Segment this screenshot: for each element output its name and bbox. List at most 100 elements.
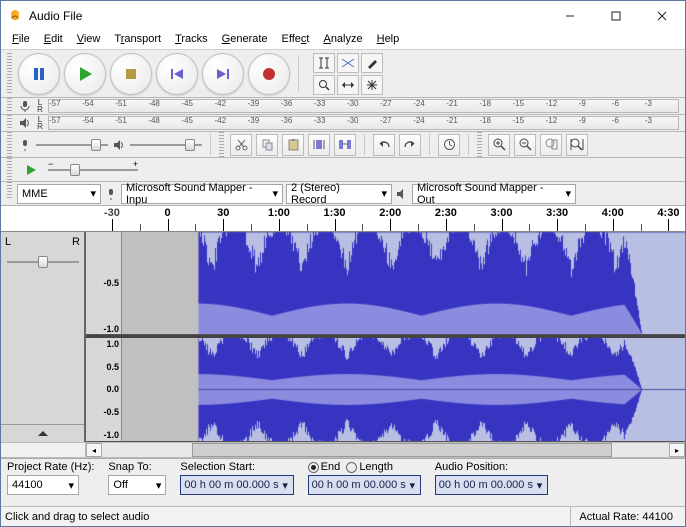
chevron-down-icon: ▾ [535,479,544,492]
undo-button[interactable] [373,134,395,156]
channel-left: -0.5 -1.0 [86,232,685,335]
recording-volume-slider[interactable] [36,137,108,153]
mic-icon [104,187,118,201]
snap-to-label: Snap To: [108,461,166,473]
track-control-panel[interactable]: LR [1,232,86,442]
audio-host-combo[interactable]: MME▾ [17,184,101,204]
skip-end-button[interactable] [202,53,244,95]
status-rate: Actual Rate: 44100 [570,507,681,526]
playback-volume-slider[interactable] [130,137,202,153]
grip[interactable] [7,132,12,157]
window-title: Audio File [29,9,547,23]
recording-meter[interactable]: LR -57-54-51-48-45-42-39-36-33-30-27-24-… [1,98,685,115]
track-area: LR -0.5 -1.0 1.0 0.5 0.0 -0.5 -1.0 [1,232,685,442]
stop-button[interactable] [110,53,152,95]
menu-tracks[interactable]: Tracks [168,31,215,49]
grip[interactable] [7,158,12,181]
collapse-button[interactable] [1,424,84,442]
selection-start-label: Selection Start: [180,461,293,473]
selection-end-field[interactable]: 00 h 00 m 00.000 s▾ [308,475,421,495]
menu-generate[interactable]: Generate [215,31,275,49]
chevron-down-icon: ▾ [68,479,74,492]
mic-icon [18,138,32,152]
playback-meter[interactable]: LR -57-54-51-48-45-42-39-36-33-30-27-24-… [1,115,685,132]
length-radio[interactable] [346,462,357,473]
play-button[interactable] [64,53,106,95]
status-hint: Click and drag to select audio [5,511,570,523]
grip[interactable] [477,132,482,157]
grip[interactable] [7,115,12,129]
timeline-ruler[interactable]: -300301:001:302:002:303:003:304:004:30 [1,206,685,232]
multi-tool[interactable] [361,75,383,95]
recording-meter-scale[interactable]: -57-54-51-48-45-42-39-36-33-30-27-24-21-… [48,99,679,113]
envelope-tool[interactable] [337,53,359,73]
cut-button[interactable] [230,134,252,156]
scroll-thumb[interactable] [192,443,612,457]
chevron-down-icon: ▾ [408,479,417,492]
selection-start-field[interactable]: 00 h 00 m 00.000 s▾ [180,475,293,495]
grip[interactable] [7,98,12,112]
grip[interactable] [7,182,12,200]
play-at-speed-button[interactable] [20,160,42,180]
grip[interactable] [7,53,12,94]
device-toolbar: MME▾ Microsoft Sound Mapper - Inpu▾ 2 (S… [1,182,685,206]
zoom-in-button[interactable] [488,134,510,156]
channel-right: 1.0 0.5 0.0 -0.5 -1.0 [86,335,685,442]
maximize-button[interactable] [593,1,639,31]
app-window: Audio File File Edit View Transport Trac… [0,0,686,527]
menu-effect[interactable]: Effect [275,31,317,49]
close-button[interactable] [639,1,685,31]
scroll-right-button[interactable]: ▸ [669,443,685,457]
playback-speed-slider[interactable]: −+ [48,162,138,178]
app-icon [7,8,23,24]
timeshift-tool[interactable] [337,75,359,95]
selection-toolbar: Project Rate (Hz): 44100▾ Snap To: Off▾ … [1,458,685,506]
menu-help[interactable]: Help [370,31,407,49]
record-button[interactable] [248,53,290,95]
copy-button[interactable] [256,134,278,156]
chevron-down-icon: ▾ [381,187,387,200]
recording-device-combo[interactable]: Microsoft Sound Mapper - Inpu▾ [121,184,283,204]
trim-button[interactable] [308,134,330,156]
skip-start-button[interactable] [156,53,198,95]
speaker-icon [18,116,32,130]
sync-lock-button[interactable] [438,134,460,156]
scroll-left-button[interactable]: ◂ [86,443,102,457]
waveform-view[interactable]: -0.5 -1.0 1.0 0.5 0.0 -0.5 -1.0 [86,232,685,442]
menu-analyze[interactable]: Analyze [316,31,369,49]
recording-channels-combo[interactable]: 2 (Stereo) Record▾ [286,184,392,204]
minimize-button[interactable] [547,1,593,31]
menu-transport[interactable]: Transport [107,31,168,49]
fit-project-button[interactable] [566,134,588,156]
project-rate-label: Project Rate (Hz): [7,461,94,473]
pause-button[interactable] [18,53,60,95]
selection-tool[interactable] [313,53,335,73]
menu-file[interactable]: File [5,31,37,49]
scroll-track[interactable] [102,443,669,457]
menu-edit[interactable]: Edit [37,31,70,49]
menubar: File Edit View Transport Tracks Generate… [1,31,685,50]
playback-device-combo[interactable]: Microsoft Sound Mapper - Out▾ [412,184,576,204]
grip[interactable] [219,132,224,157]
redo-button[interactable] [399,134,421,156]
paste-button[interactable] [282,134,304,156]
chevron-down-icon: ▾ [156,479,162,492]
fit-selection-button[interactable] [540,134,562,156]
amplitude-axis: -0.5 -1.0 [86,232,122,334]
zoom-tool[interactable] [313,75,335,95]
mixer-edit-toolbar [1,132,685,158]
draw-tool[interactable] [361,53,383,73]
end-radio[interactable] [308,462,319,473]
menu-view[interactable]: View [70,31,108,49]
audio-position-field[interactable]: 00 h 00 m 00.000 s▾ [435,475,548,495]
project-rate-combo[interactable]: 44100▾ [7,475,79,495]
pan-slider[interactable] [7,254,79,270]
silence-button[interactable] [334,134,356,156]
playback-meter-scale[interactable]: -57-54-51-48-45-42-39-36-33-30-27-24-21-… [48,116,679,130]
titlebar: Audio File [1,1,685,31]
audio-position-label: Audio Position: [435,461,548,473]
chevron-down-icon: ▾ [281,479,290,492]
horizontal-scrollbar[interactable]: ◂ ▸ [1,442,685,458]
zoom-out-button[interactable] [514,134,536,156]
snap-to-combo[interactable]: Off▾ [108,475,166,495]
